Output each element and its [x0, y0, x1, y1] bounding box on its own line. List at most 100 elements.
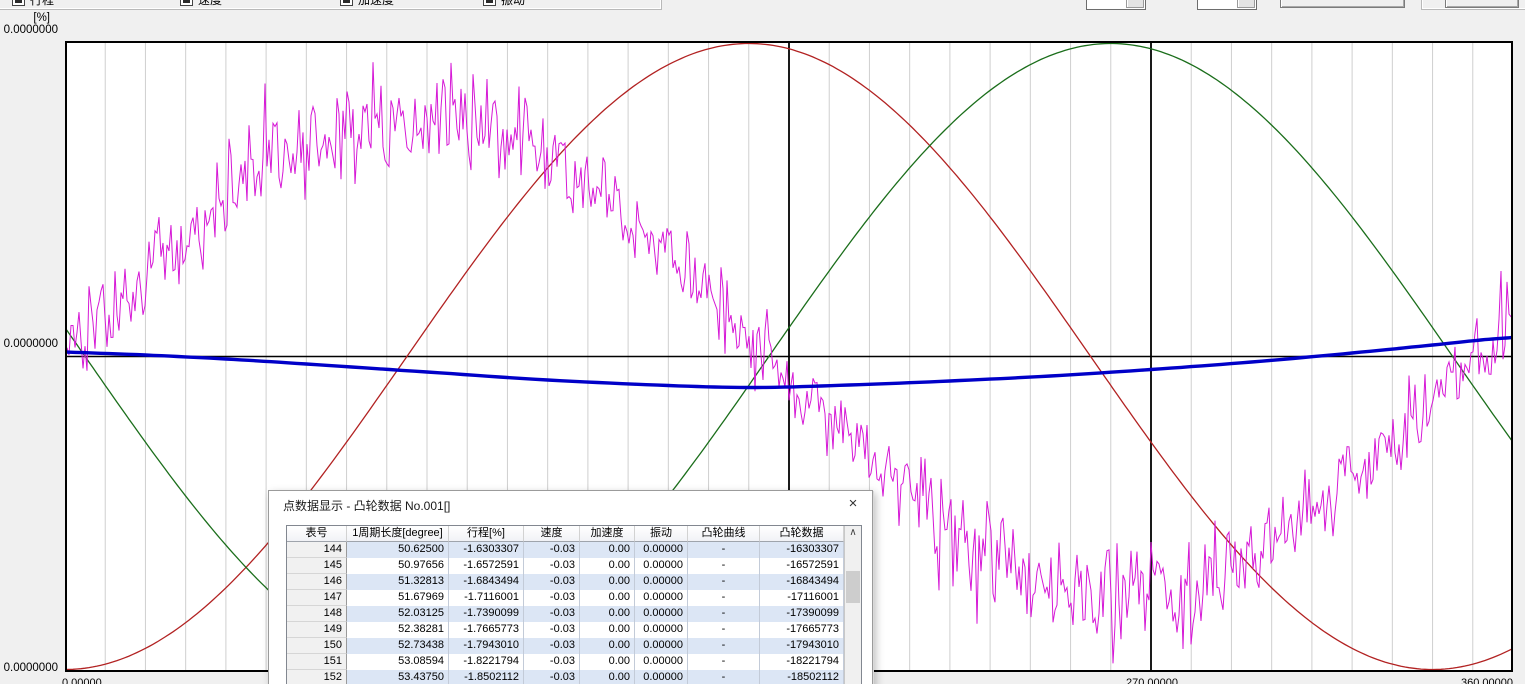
- acceleration-checkbox[interactable]: [340, 0, 353, 6]
- row-number-cell: 149: [287, 622, 347, 638]
- data-cell: -1.8221794: [449, 654, 524, 670]
- data-cell: -16843494: [760, 574, 844, 590]
- application-window: 行程 速度 加速度 振动 [%] 0.0000000 0.0000000 0.0…: [0, 0, 1525, 684]
- data-cell: -0.03: [524, 606, 580, 622]
- stroke-checkbox[interactable]: [12, 0, 25, 6]
- y-axis-tick-bottom: 0.0000000: [0, 662, 58, 674]
- point-data-dialog: 点数据显示 - 凸轮数据 No.001[] × 表号1周期长度[degree]行…: [268, 490, 873, 684]
- data-cell: 0.00000: [635, 638, 688, 654]
- top-right-button[interactable]: [1445, 0, 1519, 8]
- axis-spinbox-2[interactable]: [1197, 0, 1257, 10]
- vibration-checkbox[interactable]: [483, 0, 496, 6]
- table-row[interactable]: 14550.97656-1.6572591-0.030.000.00000--1…: [287, 558, 844, 574]
- data-cell: 0.00000: [635, 590, 688, 606]
- top-wide-button[interactable]: [1280, 0, 1405, 8]
- data-cell: -1.7116001: [449, 590, 524, 606]
- spin-down-button-1[interactable]: [1126, 0, 1144, 8]
- data-cell: -: [688, 574, 760, 590]
- data-cell: -1.8502112: [449, 670, 524, 684]
- data-cell: -0.03: [524, 590, 580, 606]
- velocity-checkbox[interactable]: [180, 0, 193, 6]
- y-axis-unit-label: [%]: [0, 12, 50, 24]
- data-cell: 0.00000: [635, 574, 688, 590]
- column-header[interactable]: 行程[%]: [449, 526, 524, 542]
- data-cell: 50.62500: [347, 542, 449, 558]
- data-cell: 0.00000: [635, 606, 688, 622]
- data-cell: -1.7665773: [449, 622, 524, 638]
- table-row[interactable]: 14852.03125-1.7390099-0.030.000.00000--1…: [287, 606, 844, 622]
- row-number-cell: 147: [287, 590, 347, 606]
- close-icon[interactable]: ×: [840, 493, 866, 515]
- row-number-cell: 148: [287, 606, 347, 622]
- data-cell: 0.00: [580, 542, 635, 558]
- column-header[interactable]: 振动: [635, 526, 688, 542]
- dialog-title: 点数据显示 - 凸轮数据 No.001[]: [283, 497, 450, 514]
- data-cell: -0.03: [524, 574, 580, 590]
- table-row[interactable]: 14751.67969-1.7116001-0.030.000.00000--1…: [287, 590, 844, 606]
- data-cell: 0.00: [580, 670, 635, 684]
- data-cell: 0.00: [580, 558, 635, 574]
- scrollbar-thumb[interactable]: [846, 571, 860, 603]
- data-cell: -: [688, 622, 760, 638]
- data-cell: -1.7390099: [449, 606, 524, 622]
- data-cell: -16572591: [760, 558, 844, 574]
- data-cell: 53.08594: [347, 654, 449, 670]
- dialog-titlebar[interactable]: 点数据显示 - 凸轮数据 No.001[] ×: [269, 491, 872, 517]
- scrollbar-up-icon[interactable]: ∧: [845, 526, 861, 542]
- data-cell: -18502112: [760, 670, 844, 684]
- column-header[interactable]: 加速度: [580, 526, 635, 542]
- x-axis-tick-left: 0.00000: [62, 677, 102, 684]
- table-row[interactable]: 14651.32813-1.6843494-0.030.000.00000--1…: [287, 574, 844, 590]
- column-header[interactable]: 1周期长度[degree]: [347, 526, 449, 542]
- data-cell: -0.03: [524, 638, 580, 654]
- data-cell: 52.73438: [347, 638, 449, 654]
- table-row[interactable]: 15253.43750-1.8502112-0.030.000.00000--1…: [287, 670, 844, 684]
- data-cell: -0.03: [524, 654, 580, 670]
- spin-down-button-2[interactable]: [1237, 0, 1255, 8]
- data-cell: -0.03: [524, 670, 580, 684]
- data-cell: 0.00: [580, 654, 635, 670]
- data-cell: 52.03125: [347, 606, 449, 622]
- data-cell: 0.00000: [635, 558, 688, 574]
- column-header[interactable]: 凸轮曲线: [688, 526, 760, 542]
- data-cell: 51.67969: [347, 590, 449, 606]
- velocity-checkbox-label: 速度: [198, 0, 222, 8]
- column-header[interactable]: 表号: [287, 526, 347, 542]
- row-number-cell: 150: [287, 638, 347, 654]
- column-header[interactable]: 凸轮数据: [760, 526, 844, 542]
- table-row[interactable]: 15153.08594-1.8221794-0.030.000.00000--1…: [287, 654, 844, 670]
- data-cell: 0.00: [580, 622, 635, 638]
- data-cell: -: [688, 670, 760, 684]
- table-header-row: 表号1周期长度[degree]行程[%]速度加速度振动凸轮曲线凸轮数据: [287, 526, 844, 542]
- data-cell: -1.6303307: [449, 542, 524, 558]
- data-cell: 0.00: [580, 606, 635, 622]
- data-cell: 52.38281: [347, 622, 449, 638]
- column-header[interactable]: 速度: [524, 526, 580, 542]
- vertical-scrollbar[interactable]: ∧: [844, 526, 861, 684]
- axis-spinbox-1[interactable]: [1086, 0, 1146, 10]
- data-cell: 0.00: [580, 574, 635, 590]
- acceleration-checkbox-label: 加速度: [358, 0, 394, 8]
- data-cell: -0.03: [524, 542, 580, 558]
- data-cell: 53.43750: [347, 670, 449, 684]
- x-axis-tick-270: 270.00000: [1126, 677, 1178, 684]
- y-axis-tick-middle: 0.0000000: [0, 338, 58, 350]
- stroke-checkbox-label: 行程: [30, 0, 54, 8]
- table-row[interactable]: 15052.73438-1.7943010-0.030.000.00000--1…: [287, 638, 844, 654]
- data-cell: -0.03: [524, 558, 580, 574]
- data-cell: -1.6572591: [449, 558, 524, 574]
- data-cell: 0.00000: [635, 542, 688, 558]
- data-cell: 0.00000: [635, 670, 688, 684]
- x-axis-tick-right: 360.00000: [1461, 677, 1513, 684]
- data-cell: -16303307: [760, 542, 844, 558]
- table-row[interactable]: 14952.38281-1.7665773-0.030.000.00000--1…: [287, 622, 844, 638]
- data-cell: -18221794: [760, 654, 844, 670]
- data-cell: 0.00: [580, 638, 635, 654]
- row-number-cell: 152: [287, 670, 347, 684]
- data-cell: 50.97656: [347, 558, 449, 574]
- data-cell: -: [688, 542, 760, 558]
- table-row[interactable]: 14450.62500-1.6303307-0.030.000.00000--1…: [287, 542, 844, 558]
- vibration-checkbox-label: 振动: [501, 0, 525, 8]
- data-cell: -: [688, 654, 760, 670]
- data-cell: -0.03: [524, 622, 580, 638]
